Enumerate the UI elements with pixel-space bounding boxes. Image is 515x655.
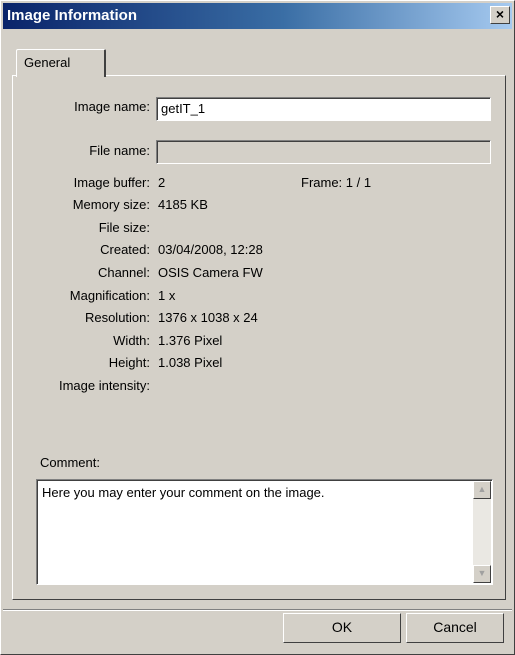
image-intensity-label: Image intensity: xyxy=(58,378,150,393)
channel-value: OSIS Camera FW xyxy=(158,265,263,280)
created-label: Created: xyxy=(100,242,150,257)
memory-size-value: 4185 KB xyxy=(158,197,208,212)
ok-button[interactable]: OK xyxy=(283,613,401,643)
image-name-value: getIT_1 xyxy=(161,101,206,116)
width-label: Width: xyxy=(113,333,150,348)
created-value: 03/04/2008, 12:28 xyxy=(158,242,263,257)
image-name-label: Image name: xyxy=(74,99,150,114)
channel-label: Channel: xyxy=(97,265,150,280)
scroll-up-arrow-icon: ▲ xyxy=(477,484,487,494)
window-title: Image Information xyxy=(7,7,138,24)
comment-textarea[interactable]: Here you may enter your comment on the i… xyxy=(36,479,493,585)
frame-value: Frame: 1 / 1 xyxy=(301,175,372,190)
tab-general[interactable]: General xyxy=(16,49,106,77)
scroll-down-arrow-icon: ▼ xyxy=(477,568,487,578)
memory-size-label: Memory size: xyxy=(72,197,150,212)
resolution-value: 1376 x 1038 x 24 xyxy=(158,310,258,325)
comment-label: Comment: xyxy=(40,455,100,470)
title-bar[interactable]: Image Information × xyxy=(3,3,512,29)
image-buffer-value: 2 xyxy=(158,175,166,190)
comment-value: Here you may enter your comment on the i… xyxy=(42,485,325,500)
height-label: Height: xyxy=(108,355,150,370)
height-value: 1.038 Pixel xyxy=(158,355,223,370)
image-buffer-label: Image buffer: xyxy=(73,175,150,190)
file-name-input xyxy=(156,140,491,164)
close-icon: × xyxy=(495,6,505,22)
close-button[interactable]: × xyxy=(490,6,510,24)
file-name-label: File name: xyxy=(89,143,150,158)
magnification-label: Magnification: xyxy=(69,288,150,303)
scroll-up-button[interactable]: ▲ xyxy=(473,481,491,499)
file-size-label: File size: xyxy=(98,220,150,235)
image-name-input[interactable]: getIT_1 xyxy=(156,97,491,121)
cancel-button[interactable]: Cancel xyxy=(406,613,504,643)
resolution-label: Resolution: xyxy=(84,310,150,325)
magnification-value: 1 x xyxy=(158,288,176,303)
comment-scrollbar[interactable]: ▲ ▼ xyxy=(473,481,491,583)
scroll-down-button[interactable]: ▼ xyxy=(473,565,491,583)
image-information-dialog: Image Information × General Image name: … xyxy=(0,0,515,655)
button-separator xyxy=(3,609,512,611)
tab-general-label: General xyxy=(24,55,71,70)
width-value: 1.376 Pixel xyxy=(158,333,223,348)
